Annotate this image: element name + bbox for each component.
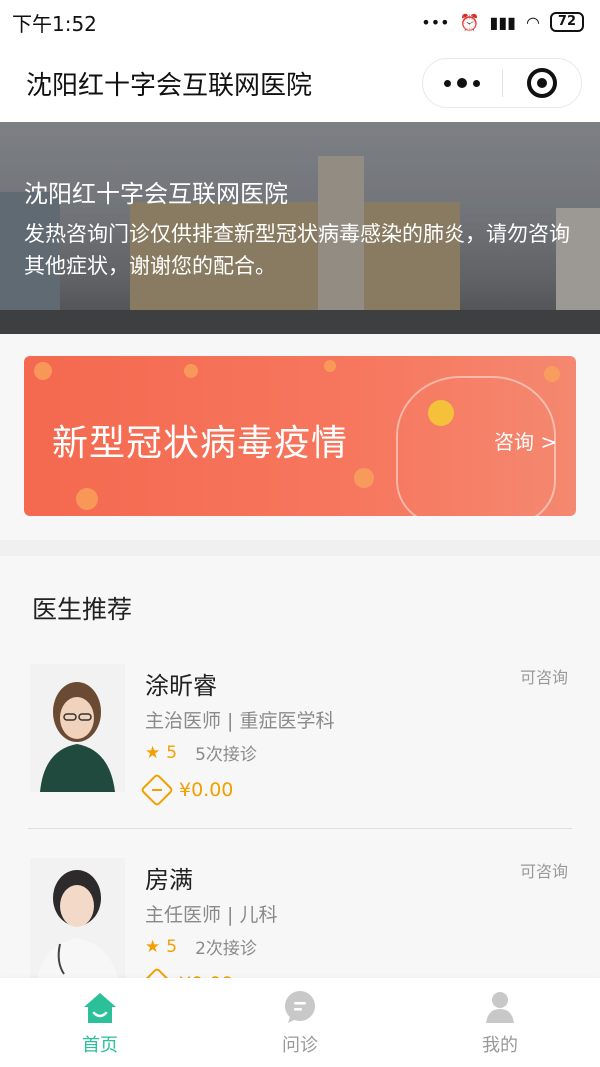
covid-banner[interactable]: 新型冠状病毒疫情 咨询 > xyxy=(24,356,576,516)
price-tag-icon xyxy=(140,773,174,807)
covid-consult-link[interactable]: 咨询 > xyxy=(494,426,557,455)
covid-banner-title: 新型冠状病毒疫情 xyxy=(52,423,349,464)
close-button[interactable] xyxy=(503,59,582,107)
doctors-section-title: 医生推荐 xyxy=(32,595,133,624)
hero-notice: 发热咨询门诊仅供排查新型冠状病毒感染的肺炎，请勿咨询其他症状，谢谢您的配合。 xyxy=(24,222,570,278)
doctor-avatar xyxy=(30,858,125,986)
virus-icon xyxy=(544,366,560,382)
more-dots-status-icon: ••• xyxy=(421,12,450,32)
nav-bar: 沈阳红十字会互联网医院 xyxy=(0,44,600,122)
more-button[interactable] xyxy=(423,59,502,107)
more-dots-icon xyxy=(444,78,481,88)
doctor-rating-value: 5 xyxy=(166,742,178,763)
virus-icon xyxy=(324,360,336,372)
doctor-status-badge: 可咨询 xyxy=(519,862,568,881)
doctor-price-value: ¥0.00 xyxy=(179,779,234,801)
home-icon xyxy=(84,992,116,1023)
status-icons: ••• ⏰ ▮▮▮ ◠ 72 xyxy=(421,12,584,32)
star-icon: ★ xyxy=(145,936,161,957)
target-close-icon xyxy=(526,68,557,98)
alarm-icon: ⏰ xyxy=(459,12,480,32)
doctor-title: 主任医师 | 儿科 xyxy=(145,904,278,926)
user-icon xyxy=(486,991,514,1023)
virus-icon xyxy=(184,364,198,378)
star-icon: ★ xyxy=(145,742,161,763)
chat-icon xyxy=(285,990,315,1023)
status-time: 下午1:52 xyxy=(12,11,97,36)
doctor-consult-count: 5次接诊 xyxy=(195,745,257,765)
wifi-icon: ◠ xyxy=(525,12,540,32)
doctor-name: 涂昕睿 xyxy=(145,672,217,700)
tab-home[interactable]: 首页 xyxy=(0,978,200,1067)
hero-title: 沈阳红十字会互联网医院 xyxy=(24,180,288,208)
tab-home-label: 首页 xyxy=(82,1034,118,1056)
tab-mine[interactable]: 我的 xyxy=(400,978,600,1067)
doctor-consult-count: 2次接诊 xyxy=(195,939,257,959)
tab-consult[interactable]: 问诊 xyxy=(200,978,400,1067)
doctor-name: 房满 xyxy=(145,866,193,894)
section-gap xyxy=(0,540,600,556)
divider xyxy=(28,828,572,829)
virus-icon xyxy=(34,362,52,380)
battery-icon: 72 xyxy=(549,12,584,32)
doctor-card[interactable]: 涂昕睿 主治医师 | 重症医学科 ★ 5 5次接诊 ¥0.00 可咨询 xyxy=(0,664,600,854)
tab-mine-label: 我的 xyxy=(482,1034,518,1056)
page-title: 沈阳红十字会互联网医院 xyxy=(26,70,313,101)
doctor-rating-value: 5 xyxy=(166,936,178,957)
hospital-hero-banner[interactable]: 沈阳红十字会互联网医院 发热咨询门诊仅供排查新型冠状病毒感染的肺炎，请勿咨询其他… xyxy=(0,122,600,334)
bottom-tab-bar: 首页 问诊 我的 xyxy=(0,978,600,1067)
virus-icon xyxy=(76,488,98,510)
miniprogram-capsule xyxy=(422,58,582,108)
doctor-rating: ★ 5 5次接诊 xyxy=(145,740,257,766)
signal-icon: ▮▮▮ xyxy=(489,12,516,32)
doctor-rating: ★ 5 2次接诊 xyxy=(145,934,257,960)
doctor-status-badge: 可咨询 xyxy=(519,668,568,687)
status-bar: 下午1:52 ••• ⏰ ▮▮▮ ◠ 72 xyxy=(0,0,600,44)
doctor-avatar xyxy=(30,664,125,792)
doctor-title: 主治医师 | 重症医学科 xyxy=(145,710,335,732)
doctor-price: ¥0.00 xyxy=(140,773,234,807)
virus-icon xyxy=(354,468,374,488)
tab-consult-label: 问诊 xyxy=(282,1034,318,1056)
